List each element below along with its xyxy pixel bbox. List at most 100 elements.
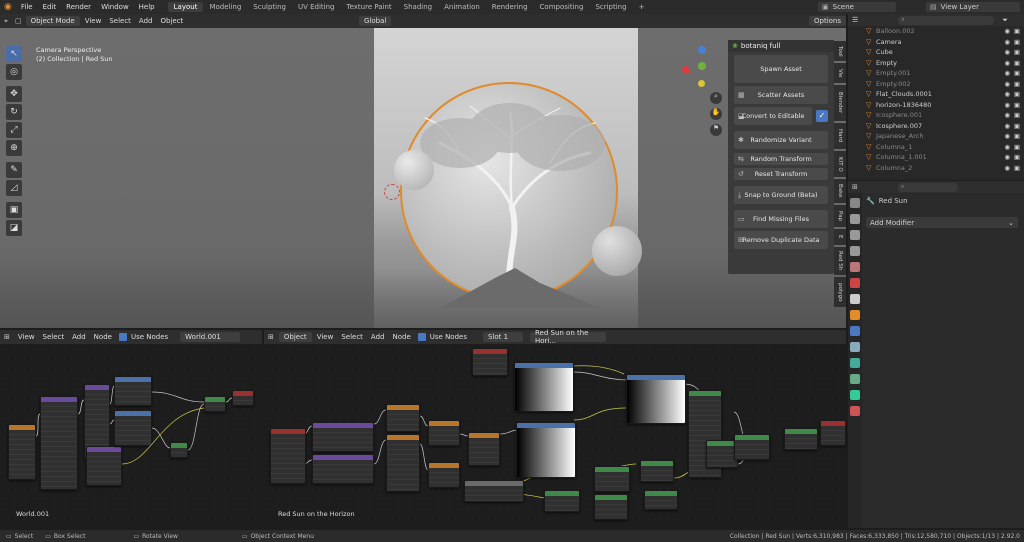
visibility-eye-icon[interactable]: ◉ <box>1004 143 1010 151</box>
outliner-item[interactable]: ▽ Cube ◉ ▣ <box>848 47 1024 58</box>
tab-animation[interactable]: Animation <box>438 2 486 12</box>
sidebar-tab-e[interactable]: E <box>834 229 846 245</box>
render-camera-icon[interactable]: ▣ <box>1014 111 1020 119</box>
render-camera-icon[interactable]: ▣ <box>1014 132 1020 140</box>
tab-modeling[interactable]: Modeling <box>203 2 247 12</box>
world-node-canvas[interactable]: World.001 <box>0 344 262 528</box>
tab-compositing[interactable]: Compositing <box>534 2 590 12</box>
color-ramp-node-3[interactable] <box>626 374 686 424</box>
tab-texture-paint[interactable]: Texture Paint <box>341 2 398 12</box>
world-menu-view[interactable]: View <box>14 333 39 341</box>
gizmo-y-icon[interactable] <box>698 62 706 70</box>
outliner-item[interactable]: ▽ Icosphere.007 ◉ ▣ <box>848 121 1024 132</box>
output-props-icon[interactable] <box>850 230 860 240</box>
mix-shader-node-d[interactable] <box>784 428 818 450</box>
color-ramp-node-2[interactable] <box>516 422 576 478</box>
world-props-icon[interactable] <box>850 278 860 288</box>
render-camera-icon[interactable]: ▣ <box>1014 101 1020 109</box>
transform-tool-icon[interactable]: ⊕ <box>6 140 22 156</box>
outliner-item[interactable]: ▽ Columna_2 ◉ ▣ <box>848 163 1024 174</box>
mix-shader-node-a[interactable] <box>594 466 630 492</box>
blender-logo-icon[interactable]: ◉ <box>0 2 16 12</box>
outliner-item[interactable]: ▽ Columna_1 ◉ ▣ <box>848 142 1024 153</box>
shader-type-selector[interactable]: Object <box>278 332 312 342</box>
noise-texture-node[interactable] <box>386 434 420 492</box>
visibility-eye-icon[interactable]: ◉ <box>1004 80 1010 88</box>
tab-layout[interactable]: Layout <box>167 2 204 12</box>
mode-selector[interactable]: Object Mode <box>25 16 80 26</box>
shader-use-nodes-checkbox[interactable] <box>417 333 426 341</box>
vector-node-a[interactable] <box>428 420 460 446</box>
world-menu-add[interactable]: Add <box>68 333 90 341</box>
sidebar-tab-view[interactable]: Vie <box>834 63 846 83</box>
add-modifier-dropdown[interactable]: Add Modifier ⌄ <box>866 217 1018 228</box>
shader-node-canvas[interactable]: Red Sun on the Horizon <box>264 344 846 528</box>
render-camera-icon[interactable]: ▣ <box>1014 90 1020 98</box>
menu-help[interactable]: Help <box>134 3 160 11</box>
snap-to-ground-button[interactable]: ⤓ Snap to Ground (Beta) <box>734 186 828 204</box>
render-camera-icon[interactable]: ▣ <box>1014 153 1020 161</box>
small-sphere-left[interactable] <box>394 150 434 190</box>
visibility-eye-icon[interactable]: ◉ <box>1004 48 1010 56</box>
view-layer-selector[interactable]: ▤ View Layer <box>926 2 1020 12</box>
camera-view-icon[interactable]: ⚑ <box>710 124 722 136</box>
outliner-item[interactable]: ▽ Balloon.002 ◉ ▣ <box>848 26 1024 37</box>
menu-window[interactable]: Window <box>96 3 134 11</box>
render-camera-icon[interactable]: ▣ <box>1014 38 1020 46</box>
sidebar-tab-pap[interactable]: Pap <box>834 205 846 227</box>
navigation-gizmo[interactable] <box>682 46 722 90</box>
outliner-item[interactable]: ▽ Columna_1.001 ◉ ▣ <box>848 152 1024 163</box>
render-camera-icon[interactable]: ▣ <box>1014 59 1020 67</box>
shader-menu-node[interactable]: Node <box>388 333 414 341</box>
render-camera-icon[interactable]: ▣ <box>1014 48 1020 56</box>
spawn-asset-button[interactable]: Spawn Asset <box>734 55 828 83</box>
add-cube-tool-icon[interactable]: ▣ <box>6 202 22 218</box>
rotate-tool-icon[interactable]: ↻ <box>6 104 22 120</box>
world-menu-node[interactable]: Node <box>90 333 116 341</box>
object-info-node[interactable] <box>472 348 508 376</box>
object-props-icon[interactable] <box>850 310 860 320</box>
emission-node[interactable] <box>594 494 628 520</box>
shader-editor-type-icon[interactable]: ⊞ <box>264 333 278 341</box>
sidebar-tab-hard[interactable]: Hard <box>834 123 846 149</box>
render-props-icon[interactable] <box>850 214 860 224</box>
editor-type-icon[interactable]: ⌖ <box>0 17 12 26</box>
visibility-eye-icon[interactable]: ◉ <box>1004 111 1010 119</box>
world-menu-select[interactable]: Select <box>39 333 69 341</box>
reset-transform-button[interactable]: ↺ Reset Transform <box>734 168 828 180</box>
outliner-filter-icon[interactable]: ⏷ <box>1002 16 1008 25</box>
add-workspace-icon[interactable]: + <box>633 2 651 12</box>
visibility-eye-icon[interactable]: ◉ <box>1004 90 1010 98</box>
gizmo-z-icon[interactable] <box>698 46 706 54</box>
render-camera-icon[interactable]: ▣ <box>1014 143 1020 151</box>
outliner-item[interactable]: ▽ Empty.001 ◉ ▣ <box>848 68 1024 79</box>
extra-tool-icon[interactable]: ◪ <box>6 220 22 236</box>
scene-props-icon[interactable] <box>850 262 860 272</box>
mix-node[interactable] <box>468 432 500 466</box>
visibility-eye-icon[interactable]: ◉ <box>1004 59 1010 67</box>
3d-cursor-icon[interactable] <box>384 184 400 200</box>
sidebar-tab-red-sh[interactable]: Red Sh <box>834 247 846 275</box>
texture-coordinate-node[interactable] <box>270 428 306 484</box>
menu-file[interactable]: File <box>16 3 38 11</box>
visibility-eye-icon[interactable]: ◉ <box>1004 38 1010 46</box>
data-props-icon[interactable] <box>850 390 860 400</box>
mapping-node-2[interactable] <box>312 454 374 484</box>
viewport-menu-select[interactable]: Select <box>105 17 135 25</box>
render-camera-icon[interactable]: ▣ <box>1014 122 1020 130</box>
sidebar-tab-bake[interactable]: Bake <box>834 179 846 203</box>
tab-scripting[interactable]: Scripting <box>589 2 632 12</box>
visibility-eye-icon[interactable]: ◉ <box>1004 69 1010 77</box>
modifier-props-icon[interactable] <box>850 326 860 336</box>
visibility-eye-icon[interactable]: ◉ <box>1004 132 1010 140</box>
transparent-bsdf-node[interactable] <box>544 490 580 512</box>
vector-node-b[interactable] <box>428 462 460 488</box>
outliner-item[interactable]: ▽ Icosphere.001 ◉ ▣ <box>848 110 1024 121</box>
random-transform-button[interactable]: ⇆ Random Transform <box>734 153 828 165</box>
select-box-tool-icon[interactable]: ↖ <box>6 46 22 62</box>
outliner-item[interactable]: ▽ Flat_Clouds.0001 ◉ ▣ <box>848 89 1024 100</box>
properties-editor-icon[interactable]: ⊞ <box>852 183 858 191</box>
material-props-icon[interactable] <box>850 406 860 416</box>
remove-duplicate-data-button[interactable]: ⊞ Remove Duplicate Data <box>734 231 828 249</box>
constraints-props-icon[interactable] <box>850 374 860 384</box>
